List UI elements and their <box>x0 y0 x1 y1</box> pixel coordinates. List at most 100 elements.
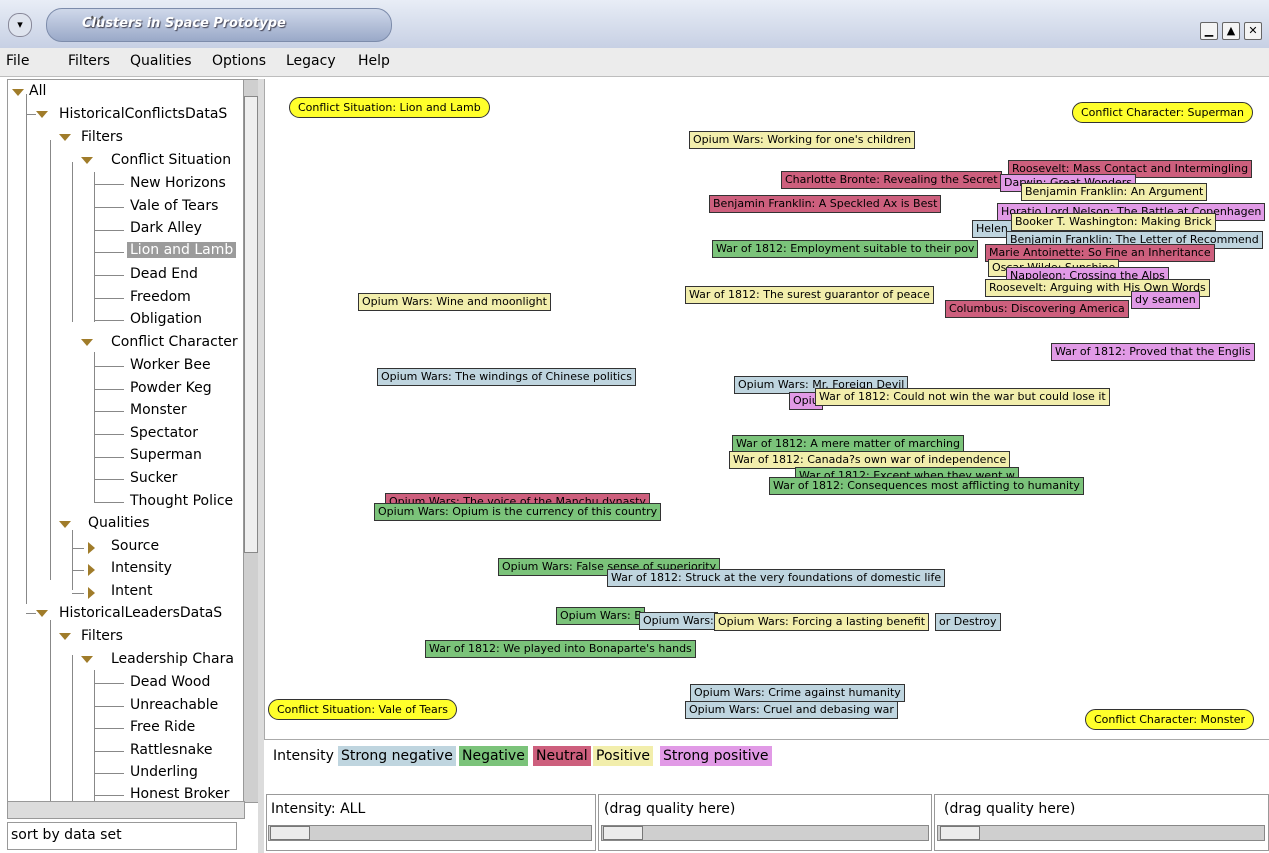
tree-leaf[interactable]: Powder Keg <box>130 380 212 396</box>
tree-leaf[interactable]: Honest Broker <box>130 786 229 802</box>
tree-node-dataset[interactable]: HistoricalConflictsDataS <box>59 106 227 122</box>
cluster-canvas[interactable]: Conflict Situation: Lion and Lamb Confli… <box>264 79 1269 739</box>
story-card[interactable]: War of 1812: Employment suitable to thei… <box>712 240 979 258</box>
tree-node-filters[interactable]: Filters <box>81 129 123 145</box>
story-card[interactable]: Opium Wars: The windings of Chinese poli… <box>377 368 636 386</box>
tree-node-dataset-2[interactable]: HistoricalLeadersDataS <box>59 605 222 621</box>
tree-horizontal-scrollbar[interactable] <box>7 801 245 819</box>
minimize-icon[interactable]: ▁ <box>1200 22 1218 40</box>
expand-arrow-icon[interactable] <box>36 610 48 617</box>
tree-node-source[interactable]: Source <box>111 538 159 554</box>
tree-node-conflict-situation[interactable]: Conflict Situation <box>111 152 231 168</box>
tree-leaf[interactable]: Spectator <box>130 425 198 441</box>
tree-leaf[interactable]: Monster <box>130 402 187 418</box>
tree-leaf[interactable]: Sucker <box>130 470 177 486</box>
quality-slider-2[interactable] <box>601 825 929 841</box>
expand-arrow-icon[interactable] <box>81 157 93 164</box>
tree-node-all[interactable]: All <box>29 83 46 99</box>
slider-thumb[interactable] <box>270 826 310 840</box>
story-card[interactable]: Booker T. Washington: Making Brick <box>1011 213 1216 231</box>
collapsed-arrow-icon[interactable] <box>88 542 95 554</box>
collapsed-arrow-icon[interactable] <box>88 587 95 599</box>
anchor-label[interactable]: Conflict Situation: Lion and Lamb <box>289 97 490 118</box>
quality-slot-1-label: Intensity: ALL <box>271 801 366 817</box>
expand-arrow-icon[interactable] <box>36 111 48 118</box>
story-card[interactable]: Charlotte Bronte: Revealing the Secret <box>781 171 1002 189</box>
tree-node-qualities[interactable]: Qualities <box>88 515 150 531</box>
expand-arrow-icon[interactable] <box>59 134 71 141</box>
story-card[interactable]: Opium Wars: Wine and moonlight <box>358 293 551 311</box>
quality-slot-3-label: (drag quality here) <box>944 801 1076 817</box>
legend-strong-negative: Strong negative <box>338 746 456 766</box>
anchor-label[interactable]: Conflict Character: Monster <box>1085 709 1255 730</box>
tree-leaf[interactable]: Rattlesnake <box>130 742 212 758</box>
quality-slot-2-label: (drag quality here) <box>604 801 736 817</box>
story-card[interactable]: Opium Wars: Crime against humanity <box>690 684 905 702</box>
legend-positive: Positive <box>593 746 653 766</box>
tree-leaf[interactable]: Dead Wood <box>130 674 210 690</box>
story-card[interactable]: Opium Wars: Opium is the currency of thi… <box>374 503 662 521</box>
story-card[interactable]: Opium Wars: <box>639 612 718 630</box>
tree-leaf[interactable]: Superman <box>130 447 202 463</box>
tree-leaf[interactable]: Unreachable <box>130 697 218 713</box>
expand-arrow-icon[interactable] <box>59 521 71 528</box>
story-card[interactable]: Opium Wars: Forcing a lasting benefit <box>714 613 930 631</box>
quality-slider-1[interactable] <box>268 825 592 841</box>
slider-thumb[interactable] <box>603 826 643 840</box>
story-card[interactable]: War of 1812: We played into Bonaparte's … <box>425 640 696 658</box>
window-menu-icon[interactable]: ▾ <box>8 13 32 37</box>
story-card[interactable]: Columbus: Discovering America <box>945 300 1129 318</box>
anchor-label[interactable]: Conflict Situation: Vale of Tears <box>268 699 458 720</box>
expand-arrow-icon[interactable] <box>59 633 71 640</box>
tree-leaf[interactable]: Dark Alley <box>130 220 202 236</box>
story-card[interactable]: War of 1812: Proved that the Englis <box>1051 343 1255 361</box>
expand-arrow-icon[interactable] <box>81 339 93 346</box>
window-title: Clusters in Space Prototype <box>82 16 286 31</box>
maximize-icon[interactable]: ▲ <box>1222 22 1240 40</box>
tree-node-leadership[interactable]: Leadership Chara <box>111 651 234 667</box>
story-card[interactable]: or Destroy <box>935 613 1001 631</box>
story-card[interactable]: Opium Wars: Cruel and debasing war <box>685 701 898 719</box>
story-card[interactable]: Opium Wars: E <box>556 607 646 625</box>
expand-arrow-icon[interactable] <box>12 89 24 96</box>
story-card[interactable]: War of 1812: Could not win the war but c… <box>815 388 1110 406</box>
tree-leaf[interactable]: Worker Bee <box>130 357 211 373</box>
close-icon[interactable]: ✕ <box>1244 22 1262 40</box>
story-card[interactable]: War of 1812: Consequences most afflictin… <box>769 477 1084 495</box>
tree-leaf[interactable]: New Horizons <box>130 175 226 191</box>
story-card[interactable]: Benjamin Franklin: A Speckled Ax is Best <box>709 195 942 213</box>
story-card[interactable]: Benjamin Franklin: An Argument <box>1021 183 1208 201</box>
tree-node-intent[interactable]: Intent <box>111 583 152 599</box>
expand-arrow-icon[interactable] <box>81 656 93 663</box>
tree-node-conflict-character[interactable]: Conflict Character <box>111 334 238 350</box>
anchor-label[interactable]: Conflict Character: Superman <box>1072 102 1254 123</box>
tree-node-intensity[interactable]: Intensity <box>111 560 172 576</box>
tree-leaf[interactable]: Freedom <box>130 289 191 305</box>
sort-label: sort by data set <box>11 827 122 843</box>
legend-strong-positive: Strong positive <box>660 746 772 766</box>
story-card[interactable]: dy seamen <box>1131 291 1200 309</box>
tree-leaf[interactable]: Free Ride <box>130 719 195 735</box>
legend-negative: Negative <box>459 746 528 766</box>
menu-help[interactable]: Help <box>358 53 390 69</box>
story-card[interactable]: War of 1812: The surest guarantor of pea… <box>685 286 934 304</box>
story-card[interactable]: War of 1812: Struck at the very foundati… <box>607 569 946 587</box>
tree-leaf[interactable]: Obligation <box>130 311 202 327</box>
collapsed-arrow-icon[interactable] <box>88 564 95 576</box>
tree-leaf[interactable]: Dead End <box>130 266 198 282</box>
tree-node-filters-2[interactable]: Filters <box>81 628 123 644</box>
menu-legacy[interactable]: Legacy <box>286 53 336 69</box>
slider-thumb[interactable] <box>940 826 980 840</box>
menu-file[interactable]: File <box>6 53 29 69</box>
tree-leaf-selected[interactable]: Lion and Lamb <box>127 242 237 258</box>
story-card[interactable]: Opium Wars: Working for one's children <box>689 131 916 149</box>
tree-scroll-thumb[interactable] <box>244 96 258 553</box>
menu-qualities[interactable]: Qualities <box>130 53 192 69</box>
menu-filters[interactable]: Filters <box>68 53 110 69</box>
legend-neutral: Neutral <box>533 746 591 766</box>
menu-options[interactable]: Options <box>212 53 266 69</box>
tree-leaf[interactable]: Vale of Tears <box>130 198 218 214</box>
tree-leaf[interactable]: Underling <box>130 764 198 780</box>
tree-leaf[interactable]: Thought Police <box>130 493 233 509</box>
quality-slider-3[interactable] <box>937 825 1265 841</box>
